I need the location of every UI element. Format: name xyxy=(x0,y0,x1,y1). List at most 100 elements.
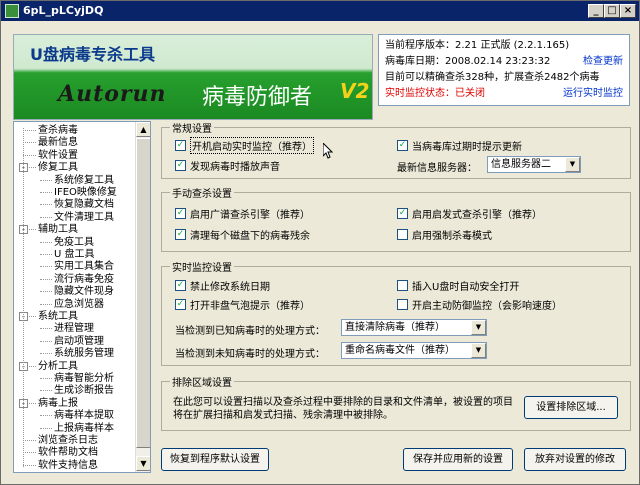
tree-item[interactable]: 生成诊断报告 xyxy=(54,384,114,397)
tree-connector xyxy=(40,390,52,392)
unknown-virus-select[interactable]: 重命名病毒文件（推荐） ▼ xyxy=(341,342,487,359)
version-line: 当前程序版本：2.21 正式版 (2.2.1.165) xyxy=(385,40,570,51)
tree-item[interactable]: 最新信息 xyxy=(38,136,78,149)
scroll-thumb[interactable] xyxy=(136,138,150,448)
scroll-down-arrow-icon[interactable]: ▼ xyxy=(136,456,150,471)
tree-item[interactable]: 软件支持信息 xyxy=(38,459,98,472)
tree-connector xyxy=(40,192,52,193)
open-drive-prompt-checkbox[interactable]: ✓ 打开非盘气泡提示（推荐） xyxy=(175,297,310,312)
tree-item[interactable]: 病毒上报 xyxy=(38,397,78,410)
tree-connector xyxy=(23,464,36,466)
exclude-description: 在此您可以设置扫描以及查杀过程中要排除的目录和文件清单，被设置的项目将在扩展扫描… xyxy=(173,397,513,421)
tree-item[interactable]: 辅助工具 xyxy=(38,223,78,236)
tree-scrollbar[interactable]: ▲ ▼ xyxy=(135,122,150,472)
tree-item[interactable]: 实用工具集合 xyxy=(54,260,114,273)
set-exclude-button[interactable]: 设置排除区域... xyxy=(524,396,618,419)
checkbox-box: ✓ xyxy=(175,298,186,310)
check-update-link[interactable]: 检查更新 xyxy=(583,54,623,70)
checkbox-box: ✓ xyxy=(397,139,408,151)
tree-connector xyxy=(40,378,52,379)
general-settings-title: 常规设置 xyxy=(170,120,214,135)
tree-item[interactable]: 系统修复工具 xyxy=(54,174,114,187)
tree-item[interactable]: U 盘工具 xyxy=(54,248,95,261)
checkbox-box: ✓ xyxy=(397,207,408,219)
restore-default-button[interactable]: 恢复到程序默认设置 xyxy=(161,448,269,471)
window-title: 6pL_pLCyjDQ xyxy=(23,4,104,17)
app-icon xyxy=(5,4,19,18)
tree-item[interactable]: 隐藏文件现身 xyxy=(54,285,114,298)
capability-line: 目前可以精确查杀328种，扩展查杀2482个病毒 xyxy=(385,72,600,83)
tree-connector xyxy=(40,340,52,342)
wide-engine-checkbox[interactable]: ✓ 启用广谱查杀引擎（推荐） xyxy=(175,206,310,221)
banner: U盘病毒专杀工具 Autorun 病毒防御者 V2 xyxy=(13,34,373,120)
tree-item[interactable]: 修复工具 xyxy=(38,161,78,174)
tree-connector xyxy=(40,216,52,218)
checkbox-box: ✓ xyxy=(175,228,186,240)
tree-item[interactable]: 病毒样本提取 xyxy=(54,409,114,422)
tree-item[interactable]: 浏览查杀日志 xyxy=(38,434,98,447)
run-monitor-link[interactable]: 运行实时监控 xyxy=(563,86,623,102)
tree-item[interactable]: 免疫工具 xyxy=(54,236,94,249)
tree-connector xyxy=(40,353,52,355)
found-sound-checkbox[interactable]: ✓ 发现病毒时播放声音 xyxy=(175,158,280,173)
title-bar[interactable]: 6pL_pLCyjDQ _ □ × xyxy=(1,1,639,21)
block-date-checkbox[interactable]: ✓ 禁止修改系统日期 xyxy=(175,278,270,293)
checkbox-box: ✓ xyxy=(175,139,186,151)
tree-item[interactable]: 系统服务管理 xyxy=(54,347,114,360)
tree-item[interactable]: 流行病毒免疫 xyxy=(54,273,114,286)
chevron-down-icon: ▼ xyxy=(565,157,580,172)
banner-product-name: 病毒防御者 xyxy=(202,85,313,110)
chevron-down-icon: ▼ xyxy=(471,320,486,335)
tree-trunk xyxy=(23,128,24,468)
maximize-button[interactable]: □ xyxy=(604,4,620,18)
tree-item[interactable]: 软件帮助文档 xyxy=(38,446,98,459)
autostart-monitor-checkbox[interactable]: ✓ 开机启动实时监控（推荐） xyxy=(175,136,314,154)
tree-connector xyxy=(40,328,52,330)
active-defense-checkbox[interactable]: 开启主动防御监控（会影响速度） xyxy=(397,297,562,312)
tree-connector xyxy=(40,254,52,255)
mouse-cursor-icon xyxy=(323,143,333,159)
minimize-button[interactable]: _ xyxy=(588,4,604,18)
realtime-monitor-title: 实时监控设置 xyxy=(170,259,234,274)
server-select[interactable]: 信息服务器二 ▼ xyxy=(487,156,581,173)
tree-item[interactable]: 分析工具 xyxy=(38,360,78,373)
tree-item[interactable]: 文件清理工具 xyxy=(54,211,114,224)
tree-connector xyxy=(23,130,36,131)
tree-item[interactable]: 病毒智能分析 xyxy=(54,372,114,385)
known-virus-select[interactable]: 直接清除病毒（推荐） ▼ xyxy=(341,319,487,336)
scroll-up-arrow-icon[interactable]: ▲ xyxy=(136,122,150,137)
tree-connector xyxy=(23,440,36,441)
save-apply-button[interactable]: 保存并应用新的设置 xyxy=(403,448,513,471)
manual-scan-title: 手动查杀设置 xyxy=(170,185,234,200)
banner-logo: Autorun xyxy=(58,81,167,107)
tree-item[interactable]: 系统工具 xyxy=(38,310,78,323)
tree-item[interactable]: 查杀病毒 xyxy=(38,124,78,137)
close-button[interactable]: × xyxy=(620,4,636,18)
nav-tree[interactable]: 查杀病毒 最新信息 软件设置 修复工具 - 系统修复工具 IFEO映像修复 恢复隐藏文档 文件清… xyxy=(13,121,151,473)
discard-button[interactable]: 放弃对设置的修改 xyxy=(524,448,626,471)
info-panel: 当前程序版本：2.21 正式版 (2.2.1.165) 病毒库日期：2008.0… xyxy=(378,34,630,106)
usb-safe-open-checkbox[interactable]: 插入U盘时自动安全打开 xyxy=(397,278,519,293)
tree-item[interactable]: 应急浏览器 xyxy=(54,298,104,311)
checkbox-box: ✓ xyxy=(175,279,186,291)
tree-connector xyxy=(23,452,36,454)
tree-item[interactable]: 进程管理 xyxy=(54,322,94,335)
chevron-down-icon: ▼ xyxy=(471,343,486,358)
tree-connector xyxy=(40,427,52,429)
tree-item[interactable]: IFEO映像修复 xyxy=(54,186,117,199)
tree-item[interactable]: 启动项管理 xyxy=(54,335,104,348)
tree-item[interactable]: 上报病毒样本 xyxy=(54,422,114,435)
tree-connector xyxy=(40,204,52,206)
clean-residue-checkbox[interactable]: ✓ 清理每个磁盘下的病毒残余 xyxy=(175,227,310,242)
banner-tool-title: U盘病毒专杀工具 xyxy=(30,45,155,64)
tree-item[interactable]: 软件设置 xyxy=(38,149,78,162)
unknown-virus-label: 当检测到未知病毒时的处理方式： xyxy=(175,349,325,360)
expired-prompt-checkbox[interactable]: ✓ 当病毒库过期时提示更新 xyxy=(397,138,522,153)
force-delete-checkbox[interactable]: 启用强制杀毒模式 xyxy=(397,227,492,242)
manual-scan-group: 手动查杀设置 xyxy=(161,185,631,252)
tree-connector xyxy=(23,142,36,144)
tree-item[interactable]: 恢复隐藏文档 xyxy=(54,198,114,211)
heuristic-engine-checkbox[interactable]: ✓ 启用启发式查杀引擎（推荐） xyxy=(397,206,542,221)
checkbox-box: ✓ xyxy=(175,159,186,171)
tree-connector xyxy=(40,241,52,243)
